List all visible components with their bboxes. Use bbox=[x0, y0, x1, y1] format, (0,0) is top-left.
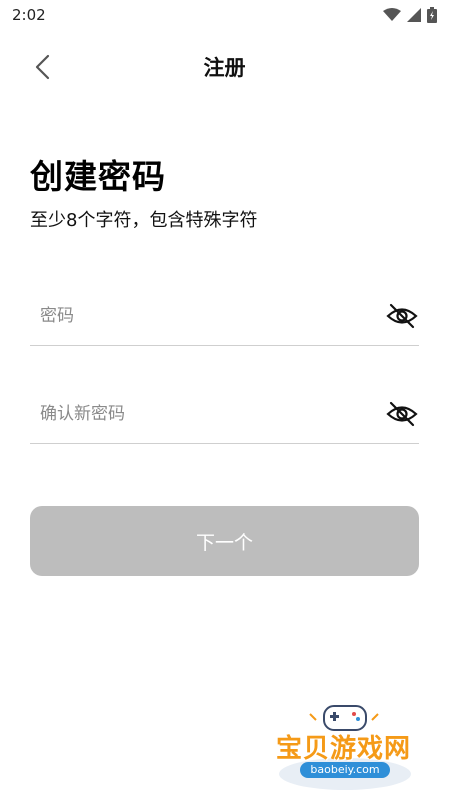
battery-icon bbox=[427, 7, 437, 23]
status-icons bbox=[383, 7, 437, 23]
watermark-logo: 宝贝游戏网 baobeiy.com bbox=[270, 700, 420, 792]
app-header: 注册 bbox=[0, 44, 449, 90]
eye-off-icon bbox=[386, 401, 418, 426]
watermark-text: 宝贝游戏网 bbox=[276, 734, 412, 764]
status-time: 2:02 bbox=[12, 6, 46, 24]
status-bar: 2:02 bbox=[0, 0, 449, 30]
confirm-password-field bbox=[30, 384, 419, 444]
toggle-password-visibility-button[interactable] bbox=[385, 299, 419, 333]
page-title: 创建密码 bbox=[30, 157, 166, 196]
cell-signal-icon bbox=[407, 8, 421, 22]
page-subtitle: 至少8个字符，包含特殊字符 bbox=[30, 210, 258, 231]
next-button[interactable]: 下一个 bbox=[30, 506, 419, 576]
wifi-icon bbox=[383, 8, 401, 21]
eye-off-icon bbox=[386, 303, 418, 328]
password-field bbox=[30, 286, 419, 346]
header-title: 注册 bbox=[203, 56, 246, 80]
watermark-url: baobeiy.com bbox=[300, 762, 390, 778]
back-button[interactable] bbox=[28, 52, 56, 82]
password-input[interactable] bbox=[30, 295, 360, 336]
toggle-confirm-visibility-button[interactable] bbox=[385, 397, 419, 431]
confirm-password-input[interactable] bbox=[30, 393, 360, 434]
chevron-left-icon bbox=[35, 54, 50, 80]
